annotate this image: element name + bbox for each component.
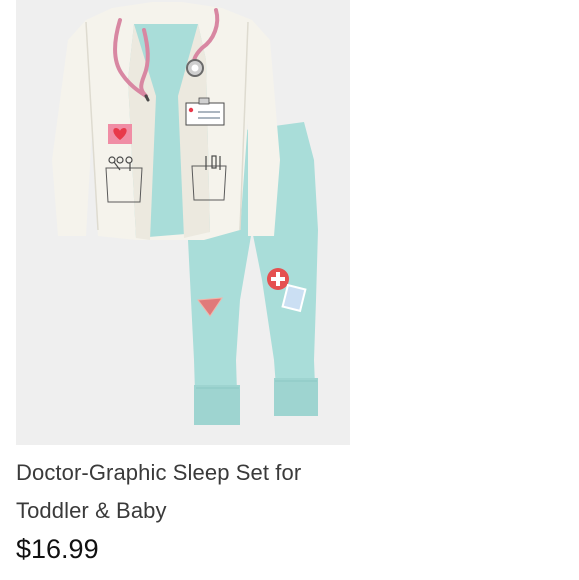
product-image[interactable] bbox=[16, 0, 350, 445]
doctor-pajama-set-image bbox=[16, 0, 350, 445]
product-title-line-2: Toddler & Baby bbox=[16, 498, 167, 523]
product-title-line-1: Doctor-Graphic Sleep Set for bbox=[16, 460, 302, 485]
product-card[interactable]: Doctor-Graphic Sleep Set for Toddler & B… bbox=[0, 0, 579, 580]
product-title[interactable]: Doctor-Graphic Sleep Set for Toddler & B… bbox=[16, 454, 376, 530]
product-price: $16.99 bbox=[16, 534, 99, 564]
